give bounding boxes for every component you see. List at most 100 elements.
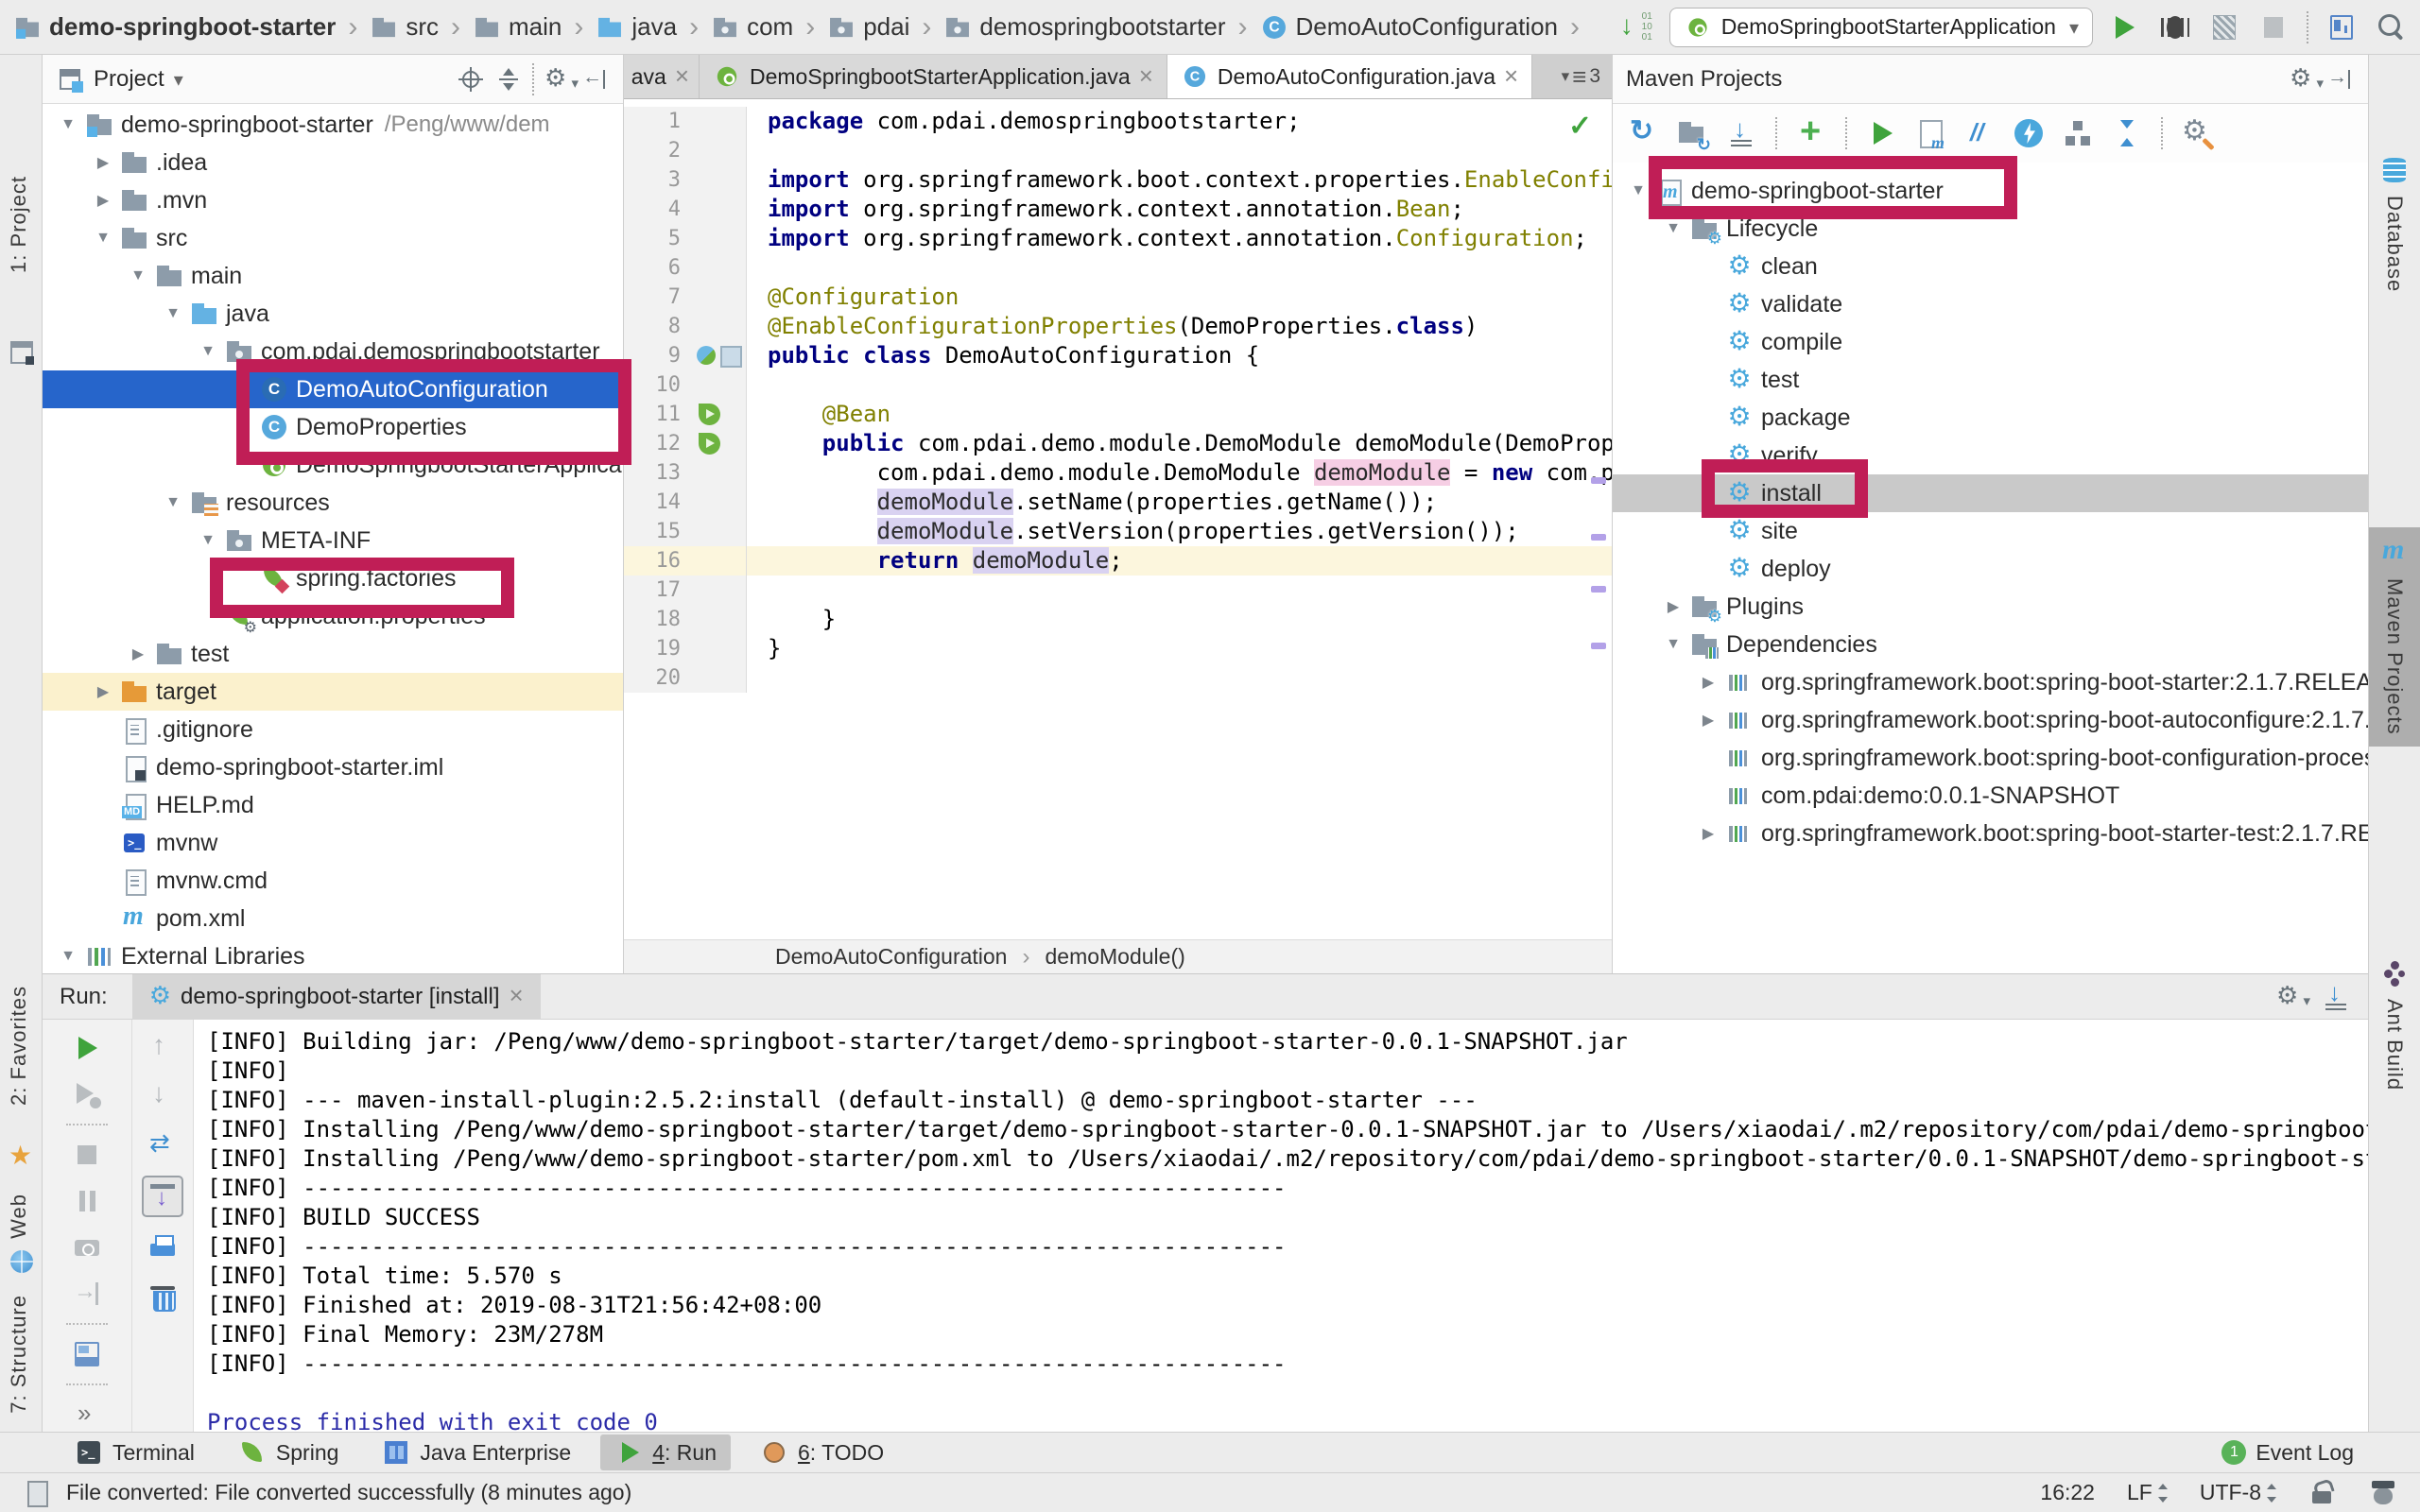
tool-window-button[interactable]: Terminal: [60, 1435, 209, 1470]
tree-row[interactable]: demo-springboot-starter.iml: [43, 748, 623, 786]
tool-window-button[interactable]: 4: Run: [600, 1435, 731, 1470]
tree-row[interactable]: HELP.md: [43, 786, 623, 824]
expand-arrow-icon[interactable]: [1692, 824, 1724, 843]
code-line[interactable]: 20: [624, 663, 1612, 693]
thread-dump-icon[interactable]: [70, 1230, 104, 1264]
tree-row[interactable]: org.springframework.boot:spring-boot-aut…: [1613, 701, 2368, 739]
cursor-position[interactable]: 16:22: [2040, 1480, 2095, 1505]
tree-row[interactable]: spring.factories: [43, 559, 623, 597]
tree-row[interactable]: demo-springboot-starter: [1613, 172, 2368, 210]
prev-message-icon[interactable]: [146, 1031, 180, 1065]
reimport-maven-icon[interactable]: [1628, 118, 1658, 148]
soft-wrap-icon[interactable]: [146, 1127, 180, 1161]
sidebar-item-structure[interactable]: 7: Structure: [7, 1295, 31, 1414]
next-message-icon[interactable]: [146, 1079, 180, 1113]
code-line[interactable]: 13 com.pdai.demo.module.DemoModule demoM…: [624, 458, 1612, 488]
tree-row[interactable]: verify: [1613, 437, 2368, 474]
tree-row[interactable]: test: [43, 635, 623, 673]
gear-icon[interactable]: [2275, 983, 2304, 1011]
expand-arrow-icon[interactable]: [122, 644, 154, 663]
code-line[interactable]: 16 return demoModule;: [624, 546, 1612, 576]
code-line[interactable]: 15 demoModule.setVersion(properties.getV…: [624, 517, 1612, 546]
stop-button[interactable]: [2257, 10, 2290, 44]
tree-row[interactable]: package: [1613, 399, 2368, 437]
project-stripe-icon[interactable]: [8, 338, 36, 367]
hide-panel-icon[interactable]: [2326, 65, 2355, 94]
gear-icon[interactable]: [544, 65, 572, 94]
offline-mode-icon[interactable]: [2014, 118, 2044, 148]
generate-sources-icon[interactable]: [1677, 118, 1707, 148]
tree-row[interactable]: install: [1613, 474, 2368, 512]
more-actions-icon[interactable]: [70, 1398, 104, 1432]
globe-icon[interactable]: [8, 1247, 36, 1276]
tree-row[interactable]: compile: [1613, 323, 2368, 361]
tree-row[interactable]: deploy: [1613, 550, 2368, 588]
execute-maven-goal-icon[interactable]: [1915, 118, 1945, 148]
tree-row[interactable]: target: [43, 673, 623, 711]
code-line[interactable]: 19 }: [624, 634, 1612, 663]
gear-icon[interactable]: [2289, 65, 2317, 94]
tool-windows-icon[interactable]: [2325, 10, 2358, 44]
breadcrumb-method[interactable]: demoModule(): [1045, 944, 1184, 970]
tree-row[interactable]: mvnw: [43, 824, 623, 862]
tree-row[interactable]: Plugins: [1613, 588, 2368, 626]
code-line[interactable]: 4 import org.springframework.context.ann…: [624, 195, 1612, 224]
expand-arrow-icon[interactable]: [157, 494, 189, 511]
run-tab[interactable]: demo-springboot-starter [install]: [132, 974, 541, 1020]
expand-arrow-icon[interactable]: [1657, 597, 1689, 616]
breadcrumb-item[interactable]: DemoAutoConfiguration: [1260, 12, 1593, 42]
expand-arrow-icon[interactable]: [1657, 220, 1689, 237]
expand-arrow-icon[interactable]: [87, 153, 119, 172]
sort-lines-icon[interactable]: [1620, 10, 1652, 44]
encoding-select[interactable]: UTF-8: [2200, 1480, 2276, 1505]
sidebar-item-database[interactable]: Database: [2369, 145, 2420, 303]
rerun-failed-button[interactable]: [70, 1077, 104, 1111]
editor-tab[interactable]: DemoSpringbootStarterApplication.java: [700, 55, 1167, 98]
breadcrumb-item[interactable]: pdai: [827, 12, 943, 42]
lock-icon[interactable]: [2308, 1479, 2337, 1507]
code-line[interactable]: 5 import org.springframework.context.ann…: [624, 224, 1612, 253]
notification-icon[interactable]: [23, 1479, 51, 1507]
tree-row[interactable]: validate: [1613, 285, 2368, 323]
hector-inspections-icon[interactable]: [2369, 1479, 2397, 1507]
close-icon[interactable]: [1504, 63, 1518, 90]
tree-row[interactable]: resources: [43, 484, 623, 522]
expand-arrow-icon[interactable]: [1622, 182, 1654, 199]
tree-row[interactable]: DemoProperties: [43, 408, 623, 446]
tree-row[interactable]: External Libraries: [43, 937, 623, 973]
expand-arrow-icon[interactable]: [87, 191, 119, 210]
collapse-all-icon[interactable]: [494, 65, 523, 94]
breadcrumb-class[interactable]: DemoAutoConfiguration: [775, 944, 1007, 970]
tree-row[interactable]: DemoAutoConfiguration: [43, 370, 623, 408]
code-line[interactable]: 2: [624, 136, 1612, 165]
breadcrumb-item[interactable]: com: [711, 12, 827, 42]
code-line[interactable]: 8 @EnableConfigurationProperties(DemoPro…: [624, 312, 1612, 341]
editor-tab-partial[interactable]: ava: [624, 55, 700, 98]
collapse-all-icon[interactable]: [2112, 118, 2142, 148]
tree-row[interactable]: src: [43, 219, 623, 257]
run-button[interactable]: [2110, 10, 2142, 44]
code-line[interactable]: 3 import org.springframework.boot.contex…: [624, 165, 1612, 195]
tree-row[interactable]: main: [43, 257, 623, 295]
breadcrumb-item[interactable]: main: [473, 12, 596, 42]
tree-row[interactable]: org.springframework.boot:spring-boot-con…: [1613, 739, 2368, 777]
coverage-button[interactable]: [2208, 10, 2240, 44]
event-log-button[interactable]: 1 Event Log: [2221, 1440, 2354, 1466]
add-maven-project-icon[interactable]: [1796, 118, 1826, 148]
clear-console-icon[interactable]: [146, 1280, 180, 1314]
download-sources-icon[interactable]: [1726, 118, 1756, 148]
close-icon[interactable]: [1139, 63, 1153, 90]
star-icon[interactable]: [8, 1143, 36, 1172]
expand-arrow-icon[interactable]: [157, 305, 189, 322]
tree-row[interactable]: site: [1613, 512, 2368, 550]
breadcrumb-item[interactable]: src: [370, 12, 473, 42]
line-separator-select[interactable]: LF: [2127, 1480, 2168, 1505]
locate-file-icon[interactable]: [457, 65, 485, 94]
breadcrumb-item[interactable]: java: [596, 12, 711, 42]
tree-row[interactable]: clean: [1613, 248, 2368, 285]
inspection-ok-icon[interactable]: [1568, 110, 1597, 138]
tree-row[interactable]: application.properties: [43, 597, 623, 635]
tree-row[interactable]: META-INF: [43, 522, 623, 559]
hidden-tabs-button[interactable]: 3: [1550, 55, 1612, 98]
tree-row[interactable]: mvnw.cmd: [43, 862, 623, 900]
